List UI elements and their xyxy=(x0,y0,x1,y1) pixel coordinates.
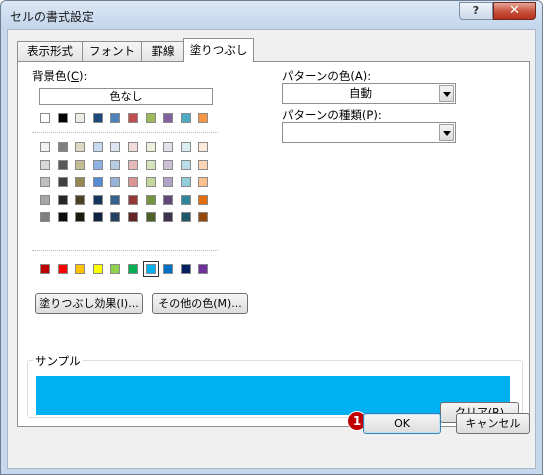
pattern-style-label: パターンの種類(P): xyxy=(282,108,382,122)
tab-fill[interactable]: 塗りつぶし xyxy=(183,38,254,62)
color-swatch[interactable] xyxy=(92,142,103,152)
palette-divider xyxy=(32,132,218,133)
window-title: セルの書式設定 xyxy=(10,10,95,24)
color-swatch[interactable] xyxy=(110,177,121,187)
color-swatch[interactable] xyxy=(128,142,138,152)
tab-number-format[interactable]: 表示形式 xyxy=(17,41,83,61)
color-swatch[interactable] xyxy=(128,113,138,123)
color-swatch[interactable] xyxy=(75,159,86,170)
color-swatch[interactable] xyxy=(75,177,86,187)
color-swatch[interactable] xyxy=(40,264,50,274)
color-swatch[interactable] xyxy=(163,142,174,152)
pattern-style-value xyxy=(283,123,438,142)
ok-button[interactable]: OK xyxy=(363,413,441,434)
tab-font[interactable]: フォント xyxy=(82,41,142,61)
color-swatch[interactable] xyxy=(180,212,191,222)
close-button[interactable]: ✕ xyxy=(493,2,536,20)
color-swatch[interactable] xyxy=(40,113,50,123)
color-swatch[interactable] xyxy=(145,159,156,170)
color-swatch[interactable] xyxy=(180,159,191,170)
color-swatch[interactable] xyxy=(198,159,209,170)
sample-label: サンプル xyxy=(33,353,83,369)
color-swatch[interactable] xyxy=(198,212,209,222)
color-swatch[interactable] xyxy=(92,177,103,187)
color-swatch[interactable] xyxy=(128,264,138,274)
color-swatch[interactable] xyxy=(40,212,50,222)
color-swatch[interactable] xyxy=(180,113,191,123)
color-swatch[interactable] xyxy=(110,159,121,170)
color-swatch[interactable] xyxy=(110,142,121,152)
cancel-button[interactable]: キャンセル xyxy=(456,413,530,434)
color-swatch[interactable] xyxy=(142,261,159,277)
color-swatch[interactable] xyxy=(128,177,138,187)
color-swatch[interactable] xyxy=(40,194,50,205)
color-swatch[interactable] xyxy=(163,264,174,274)
color-swatch[interactable] xyxy=(145,212,156,222)
color-swatch[interactable] xyxy=(145,113,156,123)
color-swatch[interactable] xyxy=(198,177,209,187)
dialog-body: 表示形式 フォント 罫線 塗りつぶし 背景色(C): 色なし 塗りつぶし効果(I… xyxy=(7,29,536,469)
color-swatch[interactable] xyxy=(145,177,156,187)
color-swatch[interactable] xyxy=(128,194,138,205)
color-swatch[interactable] xyxy=(198,142,209,152)
color-swatch[interactable] xyxy=(198,264,209,274)
more-colors-button[interactable]: その他の色(M)... xyxy=(152,293,248,314)
help-button[interactable]: ? xyxy=(459,2,493,20)
color-swatch[interactable] xyxy=(75,113,86,123)
tab-border[interactable]: 罫線 xyxy=(141,41,185,61)
color-swatch[interactable] xyxy=(57,194,68,205)
fill-tab-panel: 背景色(C): 色なし 塗りつぶし効果(I)... その他の色(M)... パタ… xyxy=(17,61,530,427)
color-swatch[interactable] xyxy=(145,194,156,205)
color-swatch[interactable] xyxy=(75,142,86,152)
chevron-down-icon[interactable] xyxy=(439,85,454,102)
color-swatch[interactable] xyxy=(163,113,174,123)
color-swatch[interactable] xyxy=(57,159,68,170)
fill-effects-button[interactable]: 塗りつぶし効果(I)... xyxy=(35,293,143,314)
format-cells-dialog: セルの書式設定 ? ✕ 表示形式 フォント 罫線 塗りつぶし 背景色(C): 色… xyxy=(0,0,543,475)
background-color-label: 背景色(C): xyxy=(32,69,88,83)
color-swatch[interactable] xyxy=(75,212,86,222)
color-swatch[interactable] xyxy=(92,194,103,205)
sample-preview xyxy=(36,376,510,415)
color-swatch[interactable] xyxy=(145,142,156,152)
color-swatch[interactable] xyxy=(92,264,103,274)
color-swatch[interactable] xyxy=(180,177,191,187)
color-swatch[interactable] xyxy=(110,194,121,205)
color-swatch[interactable] xyxy=(198,113,209,123)
color-swatch[interactable] xyxy=(163,177,174,187)
color-swatch[interactable] xyxy=(57,264,68,274)
chevron-down-icon[interactable] xyxy=(439,124,454,141)
color-swatch[interactable] xyxy=(40,159,50,170)
color-swatch[interactable] xyxy=(110,212,121,222)
color-swatch[interactable] xyxy=(57,212,68,222)
color-swatch[interactable] xyxy=(198,194,209,205)
color-swatch[interactable] xyxy=(110,113,121,123)
color-swatch[interactable] xyxy=(92,159,103,170)
color-swatch[interactable] xyxy=(92,113,103,123)
color-swatch[interactable] xyxy=(92,212,103,222)
color-swatch[interactable] xyxy=(40,177,50,187)
color-swatch[interactable] xyxy=(180,194,191,205)
color-swatch[interactable] xyxy=(75,264,86,274)
pattern-color-value: 自動 xyxy=(349,86,372,100)
pattern-style-select[interactable] xyxy=(282,122,456,143)
color-swatch[interactable] xyxy=(57,177,68,187)
pattern-color-select[interactable]: 自動 xyxy=(282,83,456,104)
color-swatch[interactable] xyxy=(57,113,68,123)
color-swatch[interactable] xyxy=(163,159,174,170)
color-swatch[interactable] xyxy=(163,212,174,222)
color-swatch[interactable] xyxy=(163,194,174,205)
color-swatch[interactable] xyxy=(180,142,191,152)
color-swatch[interactable] xyxy=(128,159,138,170)
pattern-color-label: パターンの色(A): xyxy=(282,69,372,83)
palette-divider-2 xyxy=(32,250,218,251)
color-swatch[interactable] xyxy=(128,212,138,222)
color-swatch[interactable] xyxy=(75,194,86,205)
color-swatch[interactable] xyxy=(110,264,121,274)
no-color-button[interactable]: 色なし xyxy=(39,88,213,105)
color-swatch[interactable] xyxy=(180,264,191,274)
title-bar: セルの書式設定 ? ✕ xyxy=(1,1,542,29)
color-swatch[interactable] xyxy=(40,142,50,152)
color-swatch[interactable] xyxy=(57,142,68,152)
